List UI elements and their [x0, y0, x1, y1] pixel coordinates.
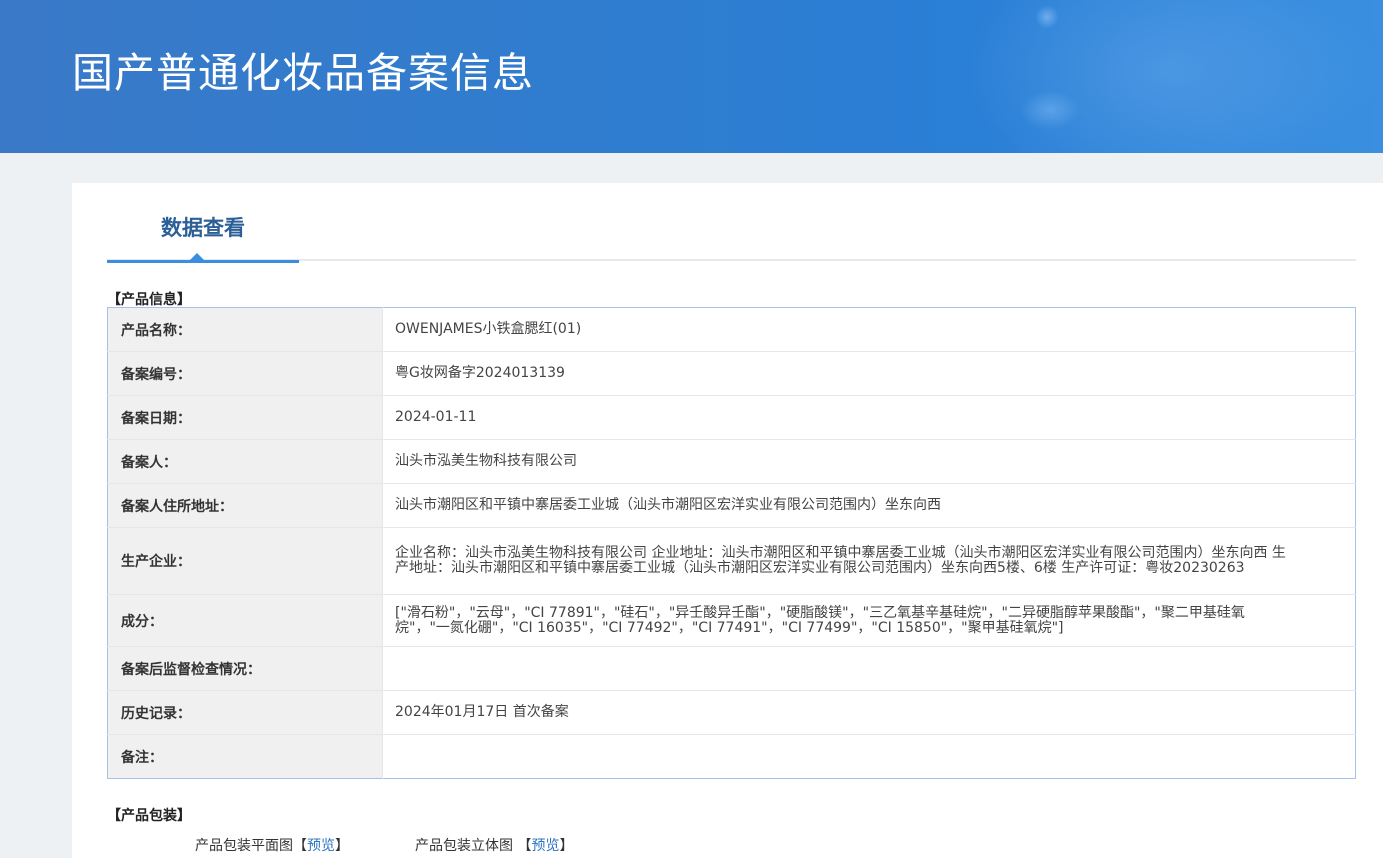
row-value: 汕头市潮阳区和平镇中寨居委工业城（汕头市潮阳区宏洋实业有限公司范围内）坐东向西	[382, 483, 1356, 528]
row-value	[382, 646, 1356, 691]
row-label: 备案编号：	[107, 351, 383, 396]
package-stereo-label: 产品包装立体图	[415, 838, 513, 854]
row-value: OWENJAMES小铁盒腮红(01)	[382, 307, 1356, 352]
row-value: 粤G妆网备字2024013139	[382, 351, 1356, 396]
product-info-table: 产品名称： OWENJAMES小铁盒腮红(01) 备案编号： 粤G妆网备字202…	[107, 307, 1356, 779]
row-label: 历史记录：	[107, 690, 383, 735]
table-row: 备案人： 汕头市泓美生物科技有限公司	[107, 439, 1356, 484]
table-row: 备案编号： 粤G妆网备字2024013139	[107, 351, 1356, 396]
row-label: 备案日期：	[107, 395, 383, 440]
row-value	[383, 735, 1356, 779]
banner-decoration	[960, 0, 1380, 153]
table-row: 备注：	[107, 734, 1356, 779]
tab-label: 数据查看	[161, 216, 245, 240]
tab-bar: 数据查看	[107, 183, 1356, 263]
row-label: 备案人：	[107, 439, 383, 484]
banner-decoration	[1020, 90, 1080, 130]
row-value: 2024年01月17日 首次备案	[382, 690, 1356, 735]
table-row: 备案后监督检查情况：	[107, 646, 1356, 691]
content-panel: 数据查看 【产品信息】 产品名称： OWENJAMES小铁盒腮红(01) 备案编…	[72, 183, 1383, 858]
tab-caret-icon	[190, 253, 204, 260]
table-row: 生产企业： 企业名称：汕头市泓美生物科技有限公司 企业地址：汕头市潮阳区和平镇中…	[107, 527, 1356, 595]
table-row: 产品名称： OWENJAMES小铁盒腮红(01)	[107, 307, 1356, 352]
bracket-open: 【	[517, 838, 532, 854]
package-flat-view: 产品包装平面图【预览】	[195, 835, 349, 855]
row-value: 汕头市泓美生物科技有限公司	[382, 439, 1356, 484]
table-row: 备案人住所地址： 汕头市潮阳区和平镇中寨居委工业城（汕头市潮阳区宏洋实业有限公司…	[107, 483, 1356, 528]
row-label: 成分：	[107, 594, 383, 647]
tab-active-indicator	[107, 260, 299, 263]
row-label: 备案后监督检查情况：	[107, 646, 383, 691]
tab-data-view[interactable]: 数据查看	[107, 183, 299, 263]
row-label: 备案人住所地址：	[107, 483, 383, 528]
page-title: 国产普通化妆品备案信息	[72, 49, 534, 97]
preview-stereo-link[interactable]: 预览	[531, 838, 559, 854]
row-label: 生产企业：	[107, 527, 383, 595]
bracket-close: 】	[335, 838, 349, 854]
bracket-open: 【	[293, 838, 307, 854]
row-value: 2024-01-11	[382, 395, 1356, 440]
row-label: 备注：	[107, 734, 383, 779]
section-title-packaging: 【产品包装】	[107, 808, 191, 824]
header-banner: 国产普通化妆品备案信息	[0, 0, 1383, 153]
bracket-close: 】	[559, 838, 574, 854]
row-label: 产品名称：	[107, 307, 383, 352]
banner-decoration	[1035, 5, 1059, 29]
table-row: 历史记录： 2024年01月17日 首次备案	[107, 690, 1356, 735]
row-value: 企业名称：汕头市泓美生物科技有限公司 企业地址：汕头市潮阳区和平镇中寨居委工业城…	[382, 527, 1356, 595]
table-row: 备案日期： 2024-01-11	[107, 395, 1356, 440]
table-row: 成分： ["滑石粉"，"云母"，"CI 77891"，"硅石"，"异壬酸异壬酯"…	[107, 594, 1356, 647]
preview-flat-link[interactable]: 预览	[307, 838, 335, 854]
section-title-product-info: 【产品信息】	[107, 292, 191, 308]
row-value: ["滑石粉"，"云母"，"CI 77891"，"硅石"，"异壬酸异壬酯"，"硬脂…	[382, 594, 1356, 647]
package-flat-label: 产品包装平面图	[195, 838, 293, 854]
package-stereo-view: 产品包装立体图 【预览】	[415, 835, 573, 855]
